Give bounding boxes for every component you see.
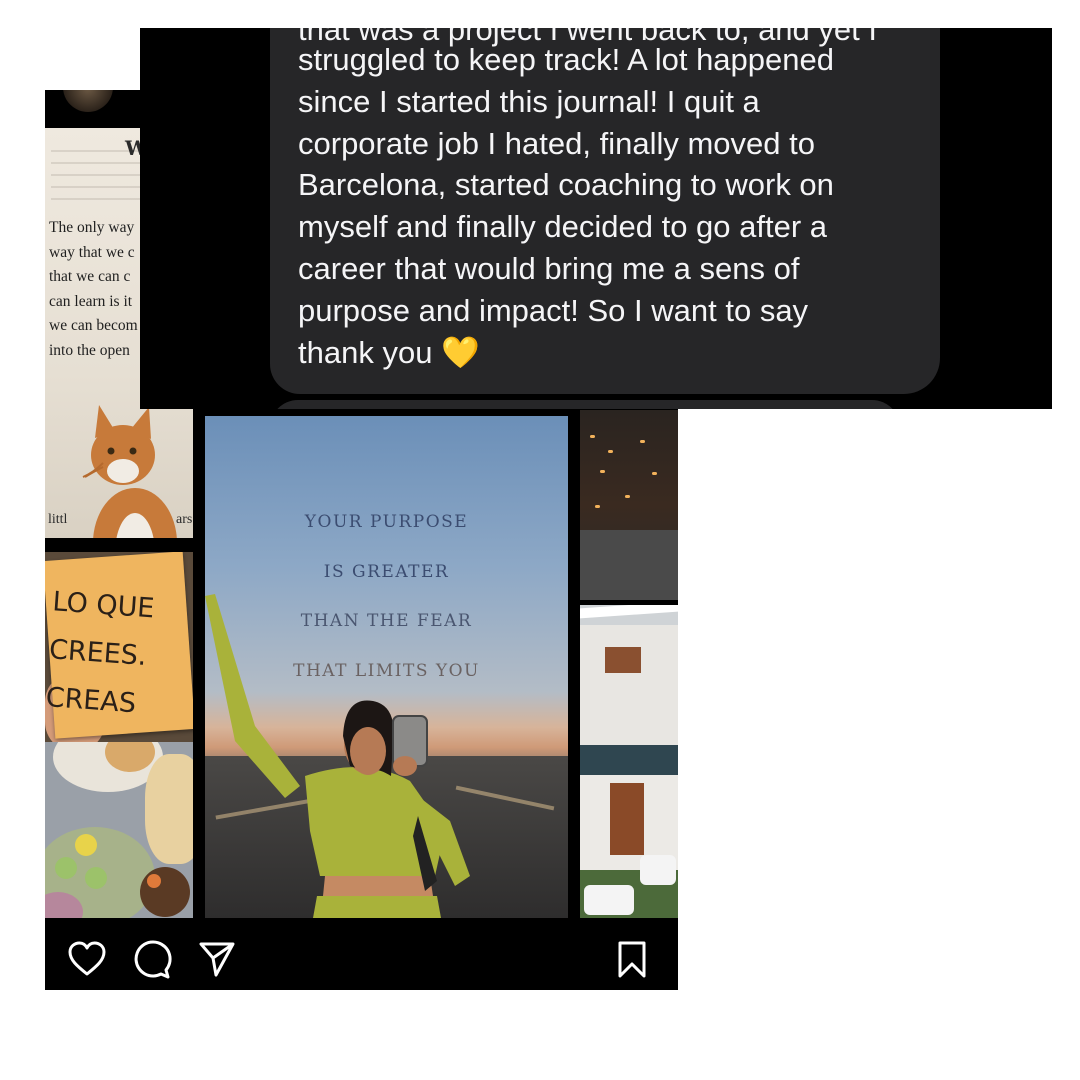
profile-avatar[interactable] xyxy=(63,90,113,112)
send-icon[interactable] xyxy=(197,940,237,980)
building-photo xyxy=(580,605,678,918)
book-text: The only way way that we c that we can c… xyxy=(49,219,138,359)
bookmark-icon[interactable] xyxy=(612,940,652,980)
quote-photo: YOUR PURPOSE IS GREATER THAN THE FEAR TH… xyxy=(205,416,568,918)
cat-image xyxy=(82,405,177,538)
message-text: struggled to keep track! A lot happened … xyxy=(298,42,834,370)
sticky-note-text: LO QUE CREES. CREAS xyxy=(45,586,156,720)
book-bottom-text: littl xyxy=(48,512,68,527)
food-photo xyxy=(45,742,193,918)
post-action-bar xyxy=(45,918,678,990)
comment-icon[interactable] xyxy=(132,940,172,980)
next-message-bubble[interactable] xyxy=(270,400,900,409)
sticky-note: LO QUE CREES. CREAS xyxy=(45,552,193,739)
heart-icon[interactable] xyxy=(67,940,107,980)
night-city-photo xyxy=(580,410,678,600)
woman-figure xyxy=(205,594,470,918)
sticky-note-photo: LO QUE CREES. CREAS xyxy=(45,552,193,742)
direct-message-screenshot: that was a project I went back to, and y… xyxy=(140,28,1052,409)
book-bottom-right-text: ars xyxy=(176,512,193,527)
quote-line-1: YOUR PURPOSE xyxy=(304,512,469,532)
